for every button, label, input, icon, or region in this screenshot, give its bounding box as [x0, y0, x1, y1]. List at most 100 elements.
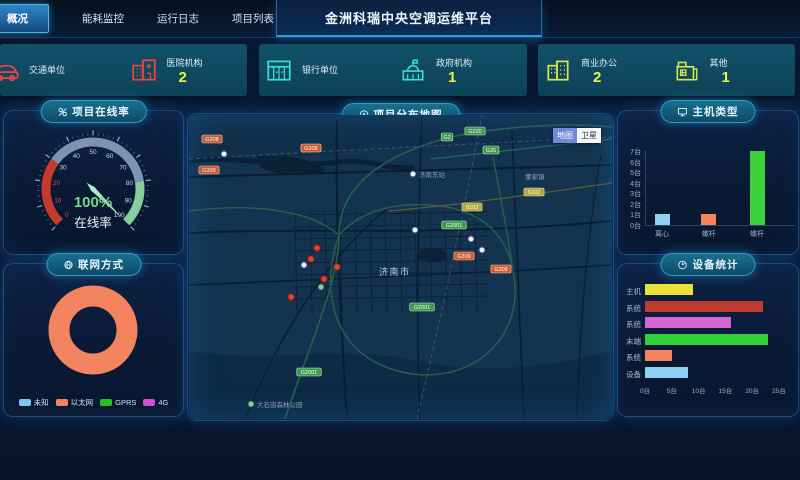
x-axis-label: 螺杆	[741, 229, 773, 239]
project-marker[interactable]	[308, 256, 314, 262]
legend-label: 4G	[158, 398, 168, 407]
panel-title: 项目在线率	[72, 104, 130, 119]
gauge-tick	[42, 210, 44, 211]
text: G309	[494, 267, 507, 273]
project-marker[interactable]	[288, 294, 294, 300]
panel-device-header: 设备统计	[661, 253, 756, 276]
road-badge: S102	[524, 188, 544, 196]
tab-run-log[interactable]: 运行日志	[157, 11, 199, 26]
y-axis-label: 2台	[618, 200, 641, 210]
panel-network-type: 联网方式 未知以太网GPRS4G	[3, 263, 184, 417]
gauge-tick	[134, 223, 136, 225]
tab-project-list[interactable]: 项目列表	[232, 11, 274, 26]
station-marker	[412, 227, 418, 233]
stat-value: 1	[448, 70, 472, 85]
gauge-icon	[678, 260, 688, 270]
stat-government: 政府机构 1	[393, 56, 527, 85]
station-marker	[479, 247, 485, 253]
stat-bank: 银行单位	[259, 56, 393, 84]
gauge-tick	[39, 175, 41, 176]
legend-item[interactable]: 4G	[143, 397, 168, 408]
gauge-zone	[46, 161, 60, 222]
network-donut	[4, 274, 183, 416]
x-axis-label: 25台	[767, 385, 791, 395]
bank-icon	[265, 56, 293, 84]
bar	[645, 301, 763, 312]
stat-label: 政府机构	[436, 56, 472, 69]
project-marker[interactable]	[314, 245, 320, 251]
legend-item[interactable]: 未知	[19, 397, 49, 408]
gauge-tick-label: 70	[119, 164, 127, 171]
gauge-tick-label: 10	[54, 197, 62, 204]
map-label: 大石崮森林公园	[257, 400, 303, 409]
satellite-mode-button[interactable]: 卫星	[577, 128, 601, 143]
stat-label: 交通单位	[29, 63, 65, 76]
gauge-tick	[37, 206, 42, 208]
y-axis-label: 4台	[618, 179, 641, 189]
legend-item[interactable]: GPRS	[100, 397, 136, 408]
map-label: 济南市	[379, 266, 411, 277]
y-axis-label: 3台	[618, 189, 641, 199]
text: G35	[486, 148, 496, 154]
legend-item[interactable]: 以太网	[56, 397, 94, 408]
map-canvas[interactable]: G308G308G309G309G309G2G220G35G2001G2001G…	[189, 115, 612, 419]
stat-value: 2	[179, 70, 203, 85]
road-badge: G2001	[442, 221, 467, 229]
gauge-tick	[50, 223, 52, 225]
x-axis-label: 螺杆	[693, 229, 725, 239]
gauge-tick	[55, 148, 57, 150]
project-marker[interactable]	[321, 276, 327, 282]
gauge-tick-label: 80	[126, 180, 134, 187]
office-icon	[544, 56, 572, 84]
device-stats-chart: 主机系统系统末端系统设备0台5台10台15台20台25台	[618, 274, 798, 416]
project-marker[interactable]	[334, 264, 340, 270]
gauge-tick	[136, 155, 140, 158]
station-marker	[468, 236, 474, 242]
gauge-tick	[42, 165, 44, 166]
x-axis-label: 5台	[660, 385, 684, 395]
gauge-tick	[142, 210, 144, 211]
text: G2	[443, 135, 450, 141]
y-axis-label: 系统	[618, 303, 641, 314]
gauge-tick	[144, 206, 149, 208]
gauge-tick	[46, 155, 50, 158]
road-badge: G309	[199, 166, 219, 174]
monitor-icon	[678, 107, 688, 117]
gauge-tick	[145, 201, 147, 202]
tab-energy-monitor[interactable]: 能耗监控	[82, 11, 124, 26]
legend-swatch	[143, 399, 155, 406]
globe-icon	[63, 260, 73, 270]
x-axis-line	[645, 225, 795, 226]
gauge-tick	[139, 160, 141, 161]
text: G308	[205, 137, 218, 143]
gauge-tick-label: 90	[125, 197, 133, 204]
app-title-frame: 金洲科瑞中央空调运维平台	[276, 0, 542, 37]
map-mode-button[interactable]: 地图	[553, 128, 577, 143]
tab-overview[interactable]: 概况	[0, 4, 49, 33]
panel-host-header: 主机类型	[661, 100, 756, 123]
road-badge: G308	[301, 144, 321, 152]
gauge-tick-label: 50	[89, 149, 97, 156]
gauge-tick	[35, 180, 40, 181]
gauge-tick-label: 40	[73, 153, 81, 160]
bar	[701, 214, 716, 225]
bar	[645, 367, 688, 378]
gauge-tick	[122, 142, 123, 144]
bar	[645, 284, 693, 295]
stat-value: 2	[593, 70, 617, 85]
stat-label: 其他	[710, 56, 730, 69]
stat-label: 银行单位	[302, 63, 338, 76]
gauge-label: 在线率	[74, 215, 112, 230]
road-badge: G2001	[410, 303, 435, 311]
x-axis-label: 离心	[646, 229, 678, 239]
gauge-tick-label: 30	[59, 164, 67, 171]
road-badge: G220	[465, 127, 485, 135]
gauge-tick	[126, 145, 128, 147]
text: G309	[457, 254, 470, 260]
gauge-tick	[47, 219, 49, 220]
donut-segment	[59, 296, 127, 364]
stat-card-3: 商业办公 2 其他 1	[538, 44, 795, 96]
gauge-tick	[45, 160, 47, 161]
gauge-tick	[113, 137, 114, 139]
gauge-tick	[52, 227, 56, 231]
